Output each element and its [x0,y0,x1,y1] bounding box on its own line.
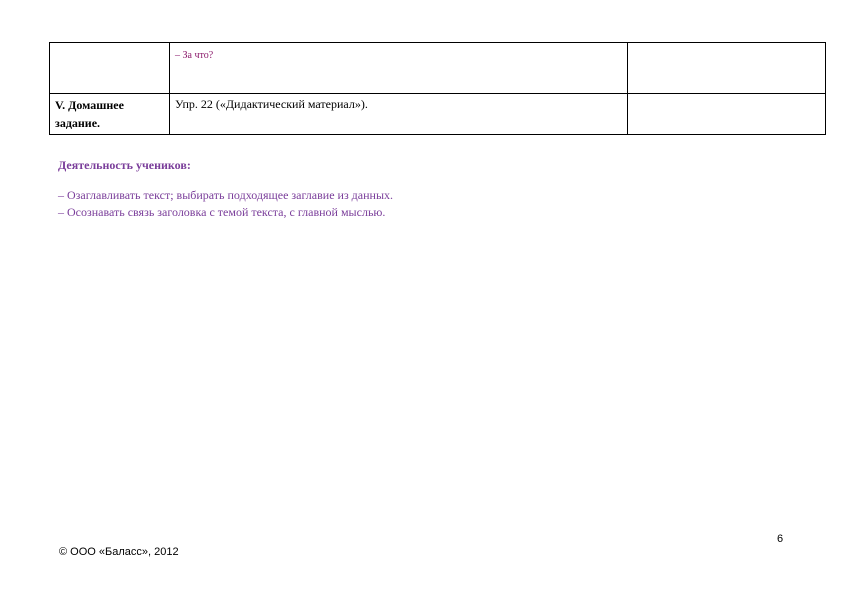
content-cell: Упр. 22 («Дидактический материал»). [169,93,628,135]
stage-cell: V. Домашнее задание. [49,93,170,135]
table-row: V. Домашнее задание. Упр. 22 («Дидактиче… [49,93,826,135]
content-text: – За что? [175,50,214,61]
content-text: Упр. 22 («Дидактический материал»). [175,97,368,111]
student-activity-section: Деятельность учеников: – Озаглавливать т… [58,158,818,221]
activity-heading: Деятельность учеников: [58,158,191,172]
table-row: – За что? [49,42,826,94]
notes-cell [627,93,826,135]
activity-item: – Осознавать связь заголовка с темой тек… [58,205,386,219]
content-cell: – За что? [169,42,628,94]
lesson-table: – За что? V. Домашнее задание. Упр. 22 (… [49,42,826,135]
page-number: 6 [777,533,784,545]
document-page: – За что? V. Домашнее задание. Упр. 22 (… [0,0,842,595]
notes-cell [627,42,826,94]
activity-item: – Озаглавливать текст; выбирать подходящ… [58,188,394,202]
stage-text: V. Домашнее задание. [55,98,124,130]
stage-cell [49,42,170,94]
copyright-text: © ООО «Баласс», 2012 [59,546,179,558]
